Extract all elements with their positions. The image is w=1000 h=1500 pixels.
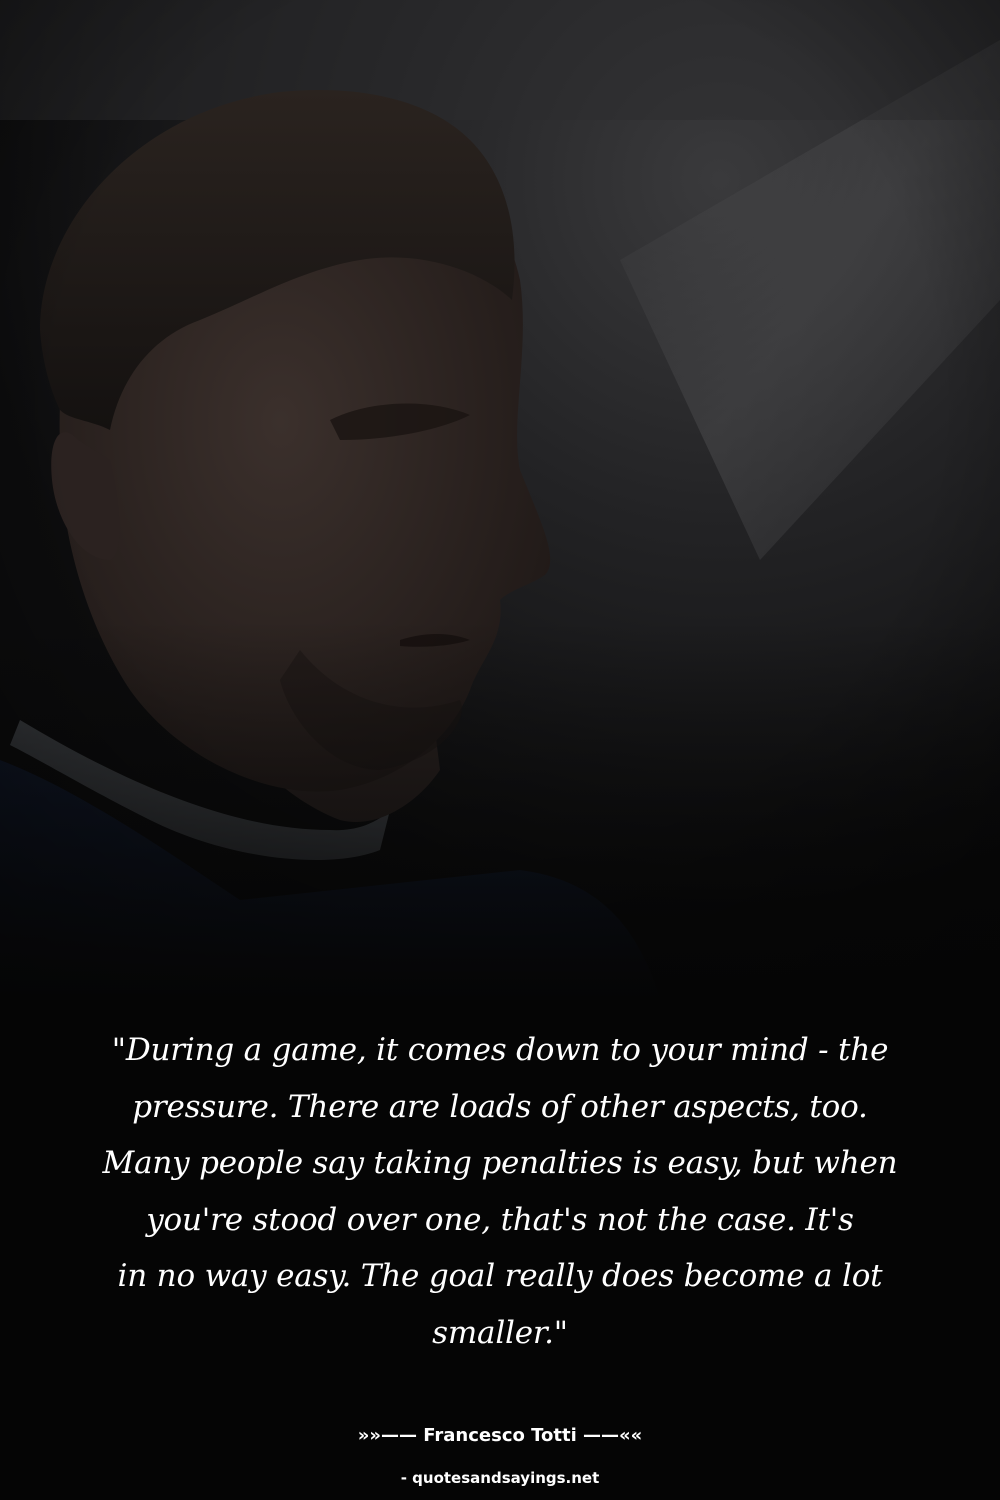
quote-author: »»—— Francesco Totti ——««: [357, 1425, 643, 1446]
portrait-photo-art: [0, 0, 1000, 1000]
quote-line: Many people say taking penalties is easy…: [102, 1145, 898, 1181]
source-watermark: - quotesandsayings.net: [400, 1469, 600, 1487]
quote-line: you're stood over one, that's not the ca…: [146, 1201, 854, 1238]
quote-line: in no way easy. The goal really does bec…: [117, 1258, 883, 1294]
quote-line: "During a game, it comes down to your mi…: [111, 1032, 889, 1068]
quote-line: smaller.": [432, 1314, 568, 1351]
quote-line: pressure. There are loads of other aspec…: [132, 1088, 868, 1125]
quote-poster: "During a game, it comes down to your mi…: [0, 0, 1000, 1500]
quote-text: "During a game, it comes down to your mi…: [40, 1022, 960, 1361]
portrait-photo: [0, 0, 1000, 1000]
